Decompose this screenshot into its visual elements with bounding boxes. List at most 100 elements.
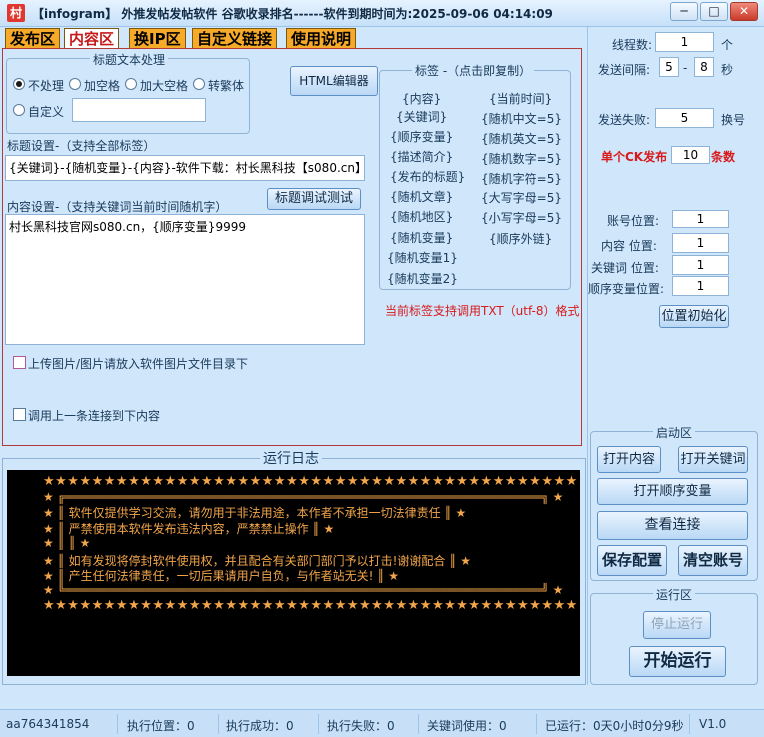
open-keywords-button[interactable]: 打开关键词 [678, 446, 748, 473]
tag-random-chinese[interactable]: {随机中文=5} [481, 110, 562, 127]
status-account: aa764341854 [6, 717, 90, 731]
ck-unit: 条数 [711, 150, 736, 164]
start-zone-label: 启动区 [653, 424, 696, 441]
status-elapsed: 已运行：0天0小时0分9秒 [545, 719, 684, 733]
tag-random-region[interactable]: {随机地区} [390, 208, 453, 225]
radio-no-process[interactable] [13, 78, 25, 90]
log-line: ★ ║ 严禁使用本软件发布违法内容，严禁禁止操作 ║ ★ [43, 522, 335, 536]
tab-custom-links[interactable]: 自定义链接 [192, 28, 278, 49]
interval-label: 发送间隔: [598, 63, 651, 77]
open-content-button[interactable]: 打开内容 [597, 446, 661, 473]
radio-add-big-space[interactable] [125, 78, 137, 90]
log-star-row-bottom: ★★★★★★★★★★★★★★★★★★★★★★★★★★★★★★★★★★★★★★★★… [43, 598, 578, 613]
keyword-pos-input[interactable]: 1 [672, 255, 729, 275]
tag-current-time[interactable]: {当前时间} [489, 90, 552, 107]
reset-position-button[interactable]: 位置初始化 [659, 305, 729, 328]
tag-seq-outlink[interactable]: {顺序外链} [489, 230, 552, 247]
tag-uppercase[interactable]: {大写字母=5} [481, 189, 562, 206]
status-exec-position: 执行位置：0 [127, 719, 195, 733]
interval-dash: - [683, 61, 688, 75]
status-bar: aa764341854 执行位置：0 执行成功：0 执行失败：0 关键词使用：0… [0, 709, 764, 737]
fail-input[interactable]: 5 [655, 108, 714, 128]
window-title: 【infogram】 外推发帖发帖软件 谷歌收录排名------软件到期时间为:… [32, 7, 553, 21]
status-divider [689, 714, 690, 734]
ck-input[interactable]: 10 [671, 146, 710, 164]
tab-publish[interactable]: 发布区 [5, 28, 61, 49]
view-links-button[interactable]: 查看连接 [597, 511, 748, 540]
log-line: ★ ║ 软件仅提供学习交流，请勿用于非法用途，本作者不承担一切法律责任 ║ ★ [43, 506, 467, 520]
threads-input[interactable]: 1 [655, 32, 714, 52]
threads-label: 线程数: [612, 38, 653, 52]
tag-keyword[interactable]: {关键词} [396, 108, 447, 125]
tag-random-char[interactable]: {随机字符=5} [481, 170, 562, 187]
seqvar-pos-input[interactable]: 1 [672, 276, 729, 296]
tag-seq-var[interactable]: {顺序变量} [390, 128, 453, 145]
clear-accounts-button[interactable]: 清空账号 [678, 545, 748, 576]
html-editor-button[interactable]: HTML编辑器 [290, 66, 378, 96]
log-star-row-top: ★★★★★★★★★★★★★★★★★★★★★★★★★★★★★★★★★★★★★★★★… [43, 474, 578, 489]
tag-random-var[interactable]: {随机变量} [390, 229, 453, 246]
content-pos-input[interactable]: 1 [672, 233, 729, 253]
prev-link-checkbox[interactable] [13, 408, 26, 421]
app-logo-icon: 村 [7, 4, 25, 22]
status-exec-fail: 执行失败：0 [327, 719, 395, 733]
tag-content[interactable]: {内容} [402, 90, 441, 107]
run-log-title: 运行日志 [260, 448, 322, 468]
interval-max-input[interactable]: 8 [694, 57, 714, 77]
status-exec-success: 执行成功：0 [226, 719, 294, 733]
status-divider [536, 714, 537, 734]
prev-link-label: 调用上一条连接到下内容 [28, 409, 161, 423]
start-run-button[interactable]: 开始运行 [629, 646, 726, 677]
log-border-top: ★ ╔═════════════════════════════════════… [43, 490, 564, 504]
status-keyword-used: 关键词使用：0 [427, 719, 507, 733]
custom-process-input[interactable] [72, 98, 206, 122]
title-processing-label: 标题文本处理 [90, 51, 169, 68]
tags-panel-title: 标签 -（点击即复制） [412, 62, 535, 79]
radio-add-space[interactable] [69, 78, 81, 90]
content-settings-textarea[interactable]: 村长黑科技官网s080.cn，{顺序变量}9999 [5, 214, 365, 345]
keyword-pos-label: 关键词 位置: [591, 261, 659, 275]
status-divider [218, 714, 219, 734]
content-pos-label: 内容 位置: [601, 239, 657, 253]
upload-image-label: 上传图片/图片请放入软件图片文件目录下 [28, 357, 249, 371]
stop-run-button[interactable]: 停止运行 [643, 611, 711, 639]
run-zone-label: 运行区 [653, 586, 696, 603]
status-divider [117, 714, 118, 734]
tag-random-var1[interactable]: {随机变量1} [387, 249, 458, 266]
interval-min-input[interactable]: 5 [659, 57, 679, 77]
tag-random-var2[interactable]: {随机变量2} [387, 270, 458, 287]
status-divider [318, 714, 319, 734]
tag-random-article[interactable]: {随机文章} [390, 188, 453, 205]
encoding-note: 当前标签支持调用TXT（utf-8）格式 [385, 304, 580, 318]
save-config-button[interactable]: 保存配置 [597, 545, 667, 576]
interval-unit: 秒 [721, 63, 734, 77]
radio-add-big-space-label: 加大空格 [140, 79, 189, 93]
title-processing-group [6, 58, 250, 134]
title-settings-label: 标题设置-（支持全部标签） [7, 139, 156, 153]
fail-label: 发送失败: [598, 113, 651, 127]
tab-usage-guide[interactable]: 使用说明 [286, 28, 357, 49]
tag-random-english[interactable]: {随机英文=5} [481, 130, 562, 147]
title-test-button[interactable]: 标题调试测试 [267, 188, 361, 210]
radio-no-process-label: 不处理 [28, 79, 65, 93]
run-log-console[interactable]: ★★★★★★★★★★★★★★★★★★★★★★★★★★★★★★★★★★★★★★★★… [7, 470, 580, 676]
maximize-button[interactable]: □ [700, 2, 728, 21]
close-button[interactable]: ✕ [730, 2, 758, 21]
open-seqvar-button[interactable]: 打开顺序变量 [597, 478, 748, 505]
minimize-button[interactable]: ─ [670, 2, 698, 21]
radio-add-space-label: 加空格 [84, 79, 121, 93]
radio-custom[interactable] [13, 104, 25, 116]
account-pos-input[interactable]: 1 [672, 210, 729, 228]
tag-random-number[interactable]: {随机数字=5} [481, 150, 562, 167]
tab-change-ip[interactable]: 换IP区 [129, 28, 186, 49]
title-settings-input[interactable]: {关键词}-{随机变量}-{内容}-软件下载：村长黑科技【s080.cn】 [5, 155, 365, 181]
log-border-bottom: ★ ╚═════════════════════════════════════… [43, 583, 564, 597]
tag-lowercase[interactable]: {小写字母=5} [481, 209, 562, 226]
tab-content[interactable]: 内容区 [64, 28, 120, 49]
tag-description[interactable]: {描述简介} [390, 148, 453, 165]
upload-image-checkbox[interactable] [13, 356, 26, 369]
fail-unit: 换号 [721, 113, 746, 127]
tag-published-title[interactable]: {发布的标题} [390, 168, 465, 185]
radio-traditional[interactable] [193, 78, 205, 90]
seqvar-pos-label: 顺序变量位置: [588, 282, 665, 296]
